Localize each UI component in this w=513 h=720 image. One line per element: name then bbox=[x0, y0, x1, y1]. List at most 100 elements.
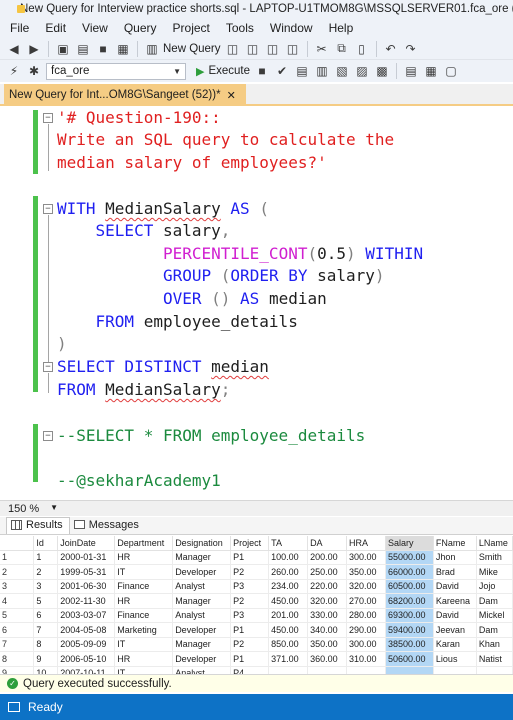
table-cell[interactable]: Manager bbox=[172, 593, 232, 609]
column-header[interactable]: FName bbox=[433, 536, 477, 551]
column-header[interactable]: Project bbox=[230, 536, 270, 551]
stop-icon[interactable]: ■ bbox=[254, 63, 270, 79]
change-connection-icon[interactable]: ✱ bbox=[26, 63, 42, 79]
table-cell[interactable]: Finance bbox=[114, 608, 174, 623]
table-cell[interactable]: 260.00 bbox=[268, 564, 309, 580]
table-cell[interactable]: 320.00 bbox=[307, 593, 348, 609]
menu-file[interactable]: File bbox=[4, 21, 39, 35]
table-cell[interactable]: P2 bbox=[230, 593, 270, 609]
menu-window[interactable]: Window bbox=[264, 21, 323, 35]
new-query-button[interactable]: ▥ New Query bbox=[144, 41, 220, 57]
table-cell[interactable]: Brad bbox=[433, 564, 477, 580]
table-cell[interactable]: David bbox=[433, 608, 477, 623]
table-cell[interactable]: Khan bbox=[476, 637, 513, 652]
row-number[interactable]: 2 bbox=[0, 564, 35, 580]
table-cell[interactable]: Analyst bbox=[172, 579, 232, 594]
table-cell[interactable]: 270.00 bbox=[346, 593, 386, 609]
query-document-tab[interactable]: New Query for Int...OM8G\Sangeet (52))* … bbox=[4, 84, 246, 106]
save-icon[interactable]: ■ bbox=[95, 41, 111, 57]
table-cell[interactable]: ... bbox=[385, 666, 434, 674]
parse-checkmark-icon[interactable]: ✔ bbox=[274, 63, 290, 79]
column-header[interactable]: LName bbox=[476, 536, 513, 551]
table-cell[interactable]: IT bbox=[114, 666, 174, 674]
table-cell[interactable]: Karan bbox=[433, 637, 477, 652]
table-cell[interactable]: 50600.00 bbox=[385, 651, 434, 667]
menu-help[interactable]: Help bbox=[323, 21, 364, 35]
table-cell[interactable]: ... bbox=[346, 666, 386, 674]
column-header[interactable]: Salary bbox=[385, 536, 434, 551]
back-icon[interactable]: ◀ bbox=[6, 41, 22, 57]
table-cell[interactable]: 220.00 bbox=[307, 579, 348, 594]
dax-query-icon[interactable]: ◫ bbox=[285, 41, 301, 57]
table-cell[interactable]: Lious bbox=[433, 651, 477, 667]
table-cell[interactable]: ... bbox=[433, 666, 477, 674]
table-cell[interactable]: Manager bbox=[172, 550, 232, 565]
table-cell[interactable]: 9 bbox=[33, 651, 59, 667]
table-cell[interactable]: Jhon bbox=[433, 550, 477, 565]
table-cell[interactable]: 1 bbox=[33, 550, 59, 565]
row-number[interactable]: 1 bbox=[0, 550, 35, 565]
table-cell[interactable]: 290.00 bbox=[346, 622, 386, 638]
table-cell[interactable]: 350.00 bbox=[346, 564, 386, 580]
table-cell[interactable]: 450.00 bbox=[268, 593, 309, 609]
table-row[interactable]: 6 7 2004-05-08 Marketing Developer P1 450.00 34… bbox=[0, 622, 513, 638]
open-file-icon[interactable]: ▤ bbox=[75, 41, 91, 57]
table-cell[interactable]: Natist bbox=[476, 651, 513, 667]
table-cell[interactable]: ... bbox=[307, 666, 348, 674]
table-cell[interactable]: P3 bbox=[230, 579, 270, 594]
row-header-corner[interactable] bbox=[0, 536, 35, 551]
table-cell[interactable]: 2001-06-30 bbox=[57, 579, 116, 594]
row-number[interactable]: 4 bbox=[0, 593, 35, 609]
table-cell[interactable]: P1 bbox=[230, 651, 270, 667]
table-cell[interactable]: IT bbox=[114, 564, 174, 580]
column-header[interactable]: Department bbox=[114, 536, 174, 551]
table-cell[interactable]: Developer bbox=[172, 564, 232, 580]
table-cell[interactable]: 280.00 bbox=[346, 608, 386, 623]
table-cell[interactable]: 300.00 bbox=[346, 637, 386, 652]
table-cell[interactable]: P3 bbox=[230, 608, 270, 623]
table-cell[interactable]: 2003-03-07 bbox=[57, 608, 116, 623]
row-number[interactable]: 8 bbox=[0, 651, 35, 667]
table-cell[interactable]: Smith bbox=[476, 550, 513, 565]
xmla-query-icon[interactable]: ◫ bbox=[265, 41, 281, 57]
table-cell[interactable]: 55000.00 bbox=[385, 550, 434, 565]
table-cell[interactable]: 201.00 bbox=[268, 608, 309, 623]
database-dropdown[interactable]: fca_ore ▼ bbox=[46, 62, 186, 80]
tab-results[interactable]: Results bbox=[6, 517, 70, 534]
row-number[interactable]: 7 bbox=[0, 637, 35, 652]
table-row[interactable]: 2 2 1999-05-31 IT Developer P2 260.00 250.00 350… bbox=[0, 564, 513, 580]
table-cell[interactable]: 69300.00 bbox=[385, 608, 434, 623]
column-header[interactable]: TA bbox=[268, 536, 309, 551]
column-header[interactable]: Designation bbox=[172, 536, 232, 551]
table-row[interactable]: 1 1 2000-01-31 HR Manager P1 100.00 200.00 300.0… bbox=[0, 550, 513, 565]
table-cell[interactable]: Mike bbox=[476, 564, 513, 580]
row-number[interactable]: 9 bbox=[0, 666, 35, 674]
table-cell[interactable]: 330.00 bbox=[307, 608, 348, 623]
table-cell[interactable]: 3 bbox=[33, 579, 59, 594]
results-to-file-icon[interactable]: ▢ bbox=[443, 63, 459, 79]
table-cell[interactable]: ... bbox=[476, 666, 513, 674]
table-cell[interactable]: P2 bbox=[230, 564, 270, 580]
table-cell[interactable]: 8 bbox=[33, 637, 59, 652]
table-cell[interactable]: 2000-01-31 bbox=[57, 550, 116, 565]
table-cell[interactable]: 360.00 bbox=[307, 651, 348, 667]
collapse-icon[interactable]: − bbox=[43, 113, 53, 123]
collapse-icon[interactable]: − bbox=[43, 431, 53, 441]
table-cell[interactable]: IT bbox=[114, 637, 174, 652]
table-cell[interactable]: Dam bbox=[476, 622, 513, 638]
table-cell[interactable]: ... bbox=[268, 666, 309, 674]
table-cell[interactable]: Developer bbox=[172, 622, 232, 638]
table-cell[interactable]: P1 bbox=[230, 622, 270, 638]
include-plan-icon[interactable]: ▨ bbox=[354, 63, 370, 79]
copy-icon[interactable]: ⧉ bbox=[334, 41, 350, 57]
table-cell[interactable]: 2004-05-08 bbox=[57, 622, 116, 638]
table-cell[interactable]: 10 bbox=[33, 666, 59, 674]
table-cell[interactable]: P1 bbox=[230, 550, 270, 565]
table-cell[interactable]: P2 bbox=[230, 637, 270, 652]
zoom-dropdown[interactable]: 150 % ▼ bbox=[0, 503, 62, 515]
table-cell[interactable]: 66000.00 bbox=[385, 564, 434, 580]
table-cell[interactable]: 340.00 bbox=[307, 622, 348, 638]
results-to-text-icon[interactable]: ▤ bbox=[403, 63, 419, 79]
table-cell[interactable]: Kareena bbox=[433, 593, 477, 609]
table-cell[interactable]: 5 bbox=[33, 593, 59, 609]
